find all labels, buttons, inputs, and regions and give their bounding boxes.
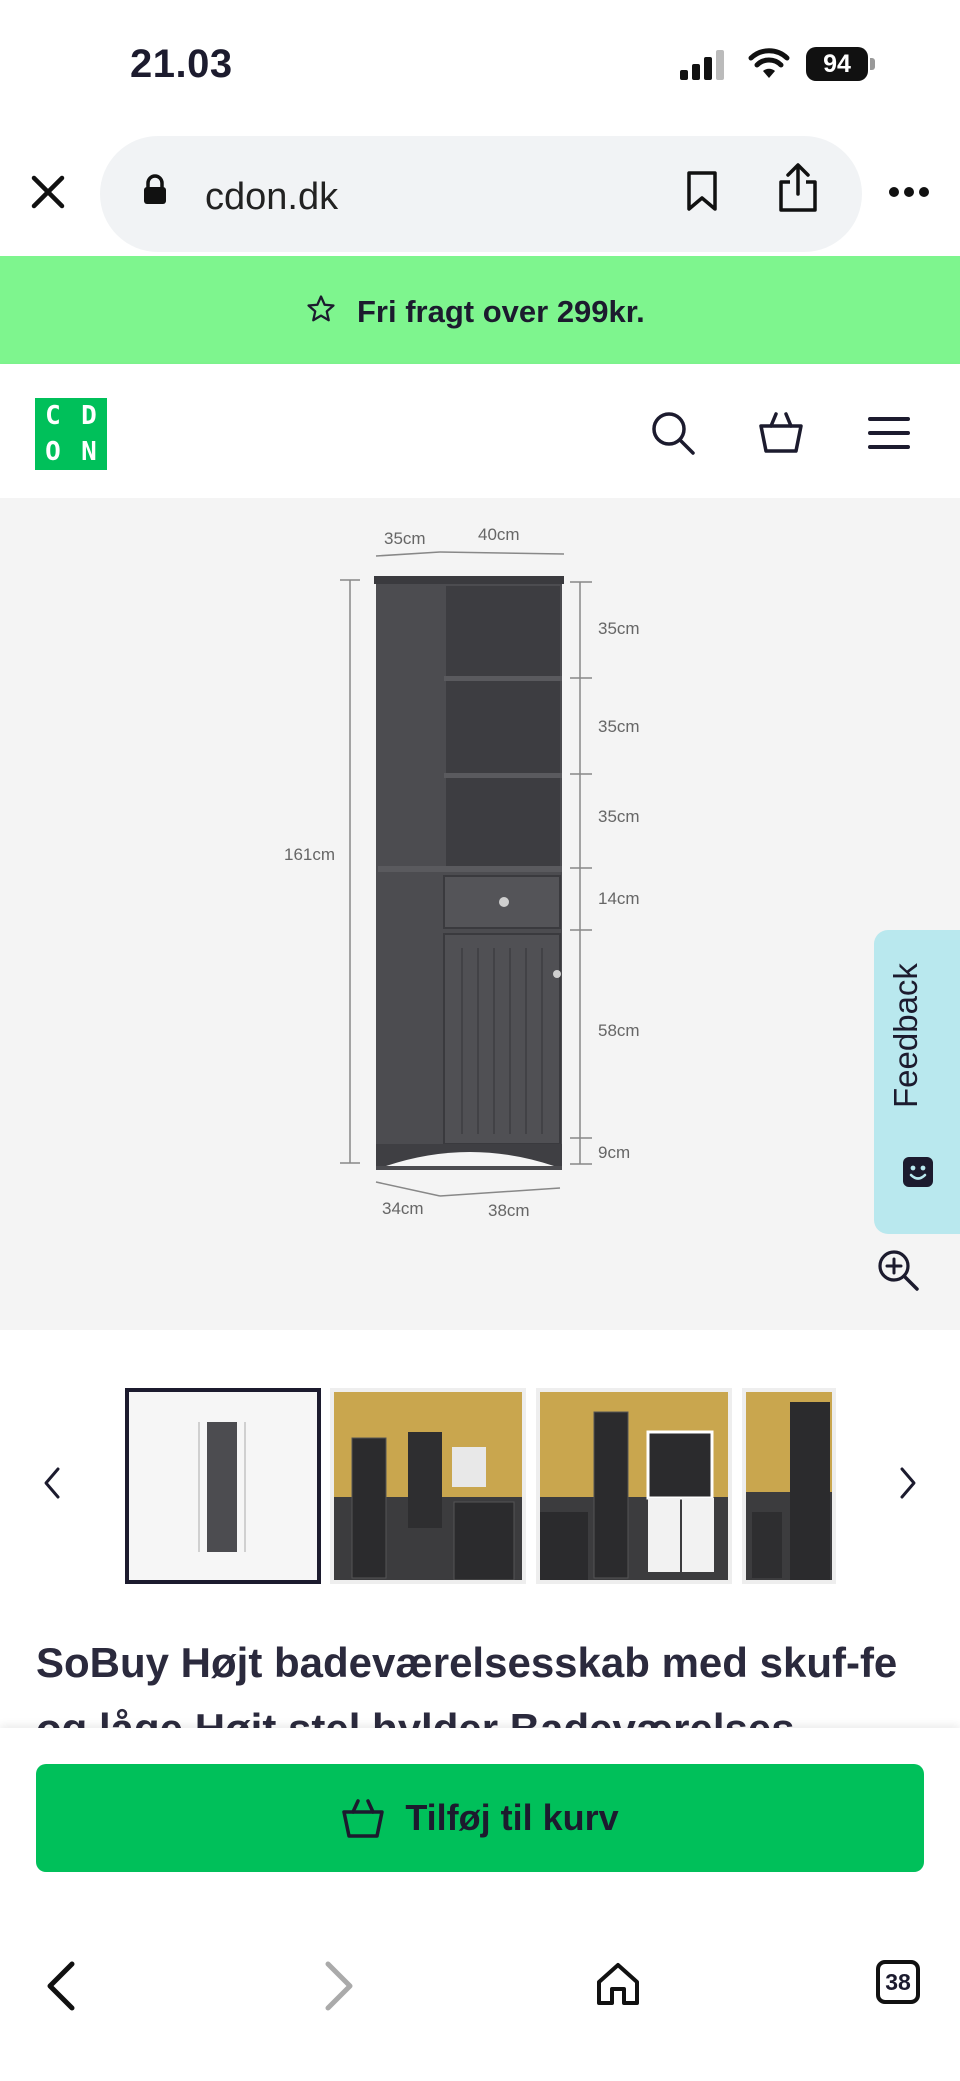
star-icon [307, 295, 335, 322]
dim-shelf-2: 35cm [598, 717, 640, 736]
basket-icon[interactable] [758, 410, 804, 454]
product-image-area[interactable]: 35cm 40cm 161cm 35cm 35cm 35cm 14cm 58cm… [0, 498, 960, 1330]
add-to-cart-label: Tilføj til kurv [405, 1797, 619, 1838]
wifi-icon [748, 48, 790, 78]
battery-icon: 94 [806, 47, 868, 81]
chevron-right-icon[interactable] [898, 1466, 918, 1500]
basket-icon [342, 1799, 385, 1838]
status-time: 21.03 [130, 42, 233, 86]
thumbnail-2[interactable] [330, 1388, 526, 1584]
thumbnail-4[interactable] [742, 1388, 836, 1584]
back-arrow-icon[interactable] [44, 1960, 78, 2012]
lock-icon [144, 174, 166, 204]
home-icon[interactable] [594, 1960, 642, 2008]
logo-letter: O [45, 437, 61, 467]
close-icon[interactable] [30, 174, 66, 210]
thumbnail-image [129, 1392, 317, 1580]
dim-top-width: 40cm [478, 525, 520, 544]
thumbnail-image [334, 1392, 522, 1580]
zoom-in-icon[interactable] [876, 1248, 920, 1292]
dim-bottom-width: 38cm [488, 1201, 530, 1220]
chevron-left-icon[interactable] [42, 1466, 62, 1500]
logo-letter: N [81, 437, 97, 467]
feedback-label: Feedback [887, 963, 924, 1108]
thumbnail-1[interactable] [125, 1388, 321, 1584]
dim-base: 9cm [598, 1143, 630, 1162]
logo-letter: D [81, 401, 97, 431]
feedback-smile-icon [903, 1157, 933, 1187]
promo-banner: Fri fragt over 299kr. [0, 256, 960, 364]
promo-text: Fri fragt over 299kr. [357, 294, 645, 329]
url-text: cdon.dk [205, 176, 339, 218]
search-icon[interactable] [650, 410, 696, 456]
thumbnail-image [540, 1392, 728, 1580]
dim-height: 161cm [284, 845, 335, 864]
site-header: C D O N [0, 364, 960, 498]
dim-bottom-depth: 34cm [382, 1199, 424, 1218]
battery-level: 94 [823, 49, 851, 78]
battery-tip [870, 58, 875, 70]
bookmark-icon[interactable] [685, 170, 719, 212]
dim-cabinet: 58cm [598, 1021, 640, 1040]
dim-drawer: 14cm [598, 889, 640, 908]
address-bar[interactable]: cdon.dk [100, 136, 862, 252]
forward-arrow-icon[interactable] [322, 1960, 356, 2012]
more-icon[interactable] [888, 186, 930, 198]
thumbnail-3[interactable] [536, 1388, 732, 1584]
browser-navigation-bar: 38 [0, 1900, 960, 2081]
dim-shelf-1: 35cm [598, 619, 640, 638]
tabs-button[interactable]: 38 [876, 1960, 920, 2004]
add-to-cart-button[interactable]: Tilføj til kurv [36, 1764, 924, 1872]
menu-icon[interactable] [868, 416, 910, 450]
feedback-tab[interactable]: Feedback [874, 930, 960, 1234]
bottom-action-panel: Tilføj til kurv 38 [0, 1728, 960, 2081]
dim-shelf-3: 35cm [598, 807, 640, 826]
status-bar: 21.03 94 [0, 0, 960, 130]
thumbnail-image [746, 1392, 832, 1580]
product-image: 35cm 40cm 161cm 35cm 35cm 35cm 14cm 58cm… [284, 525, 640, 1220]
signal-icon [680, 50, 724, 80]
thumbnail-carousel [0, 1380, 960, 1586]
logo-letter: C [45, 401, 61, 431]
share-icon[interactable] [776, 162, 820, 214]
browser-toolbar: cdon.dk [0, 130, 960, 256]
cdon-logo[interactable]: C D O N [35, 398, 107, 470]
dim-top-depth: 35cm [384, 529, 426, 548]
